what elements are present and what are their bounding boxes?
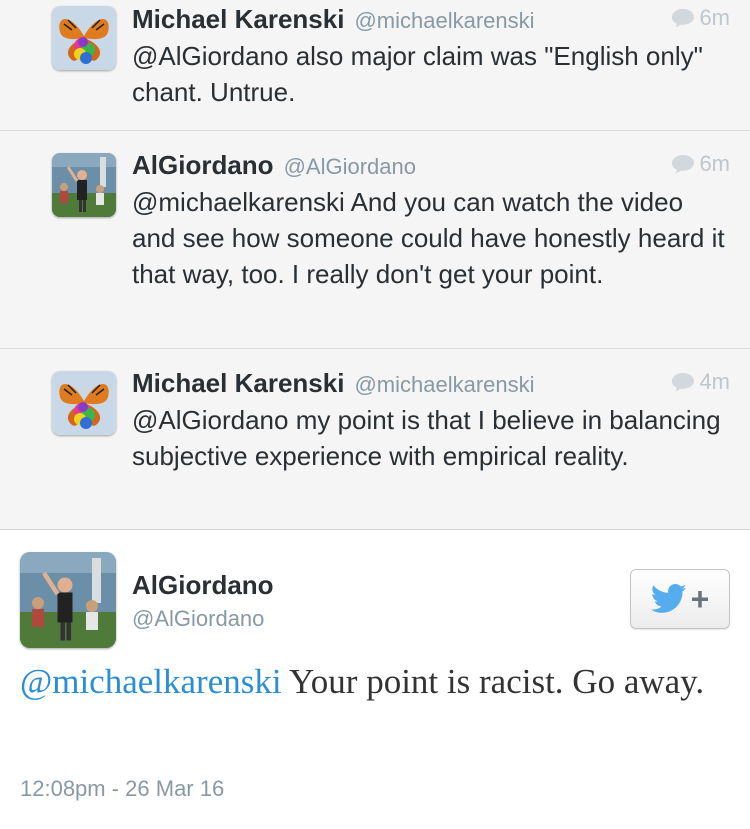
follow-button[interactable]: + bbox=[630, 569, 730, 629]
time-label: 4m bbox=[699, 369, 730, 394]
speech-bubble-icon bbox=[672, 9, 695, 28]
time-label: 6m bbox=[699, 5, 730, 30]
tweet-header: Michael Karenski @michaelkarenski 4m bbox=[132, 368, 730, 399]
crowd-photo-avatar-image bbox=[52, 153, 116, 217]
reply-tweet[interactable]: Michael Karenski @michaelkarenski 6m @Al… bbox=[0, 0, 750, 131]
tweet-text: @michaelkarenski And you can watch the v… bbox=[132, 187, 725, 289]
author-name[interactable]: Michael Karenski bbox=[132, 368, 344, 399]
speech-bubble-icon bbox=[672, 373, 695, 392]
reply-tweet[interactable]: AlGiordano @AlGiordano 6m @michaelkarens… bbox=[0, 131, 750, 349]
mention-link[interactable]: @michaelkarenski bbox=[20, 662, 282, 701]
tweet-text: @AlGiordano also major claim was "Englis… bbox=[132, 41, 703, 107]
butterfly-avatar-image bbox=[52, 6, 116, 70]
author-name[interactable]: AlGiordano bbox=[132, 570, 274, 601]
author-handle[interactable]: @michaelkarenski bbox=[354, 8, 534, 34]
main-tweet: AlGiordano @AlGiordano + @michaelkarensk… bbox=[0, 530, 750, 828]
tweet-timestamp[interactable]: 12:08pm - 26 Mar 16 bbox=[20, 776, 224, 802]
author-name[interactable]: Michael Karenski bbox=[132, 4, 344, 35]
reply-tweet[interactable]: Michael Karenski @michaelkarenski 4m @Al… bbox=[0, 349, 750, 530]
tweet-body: Your point is racist. Go away. bbox=[281, 662, 705, 701]
tweet-header: Michael Karenski @michaelkarenski 6m bbox=[132, 4, 730, 35]
tweet-header: AlGiordano @AlGiordano 6m bbox=[132, 150, 730, 181]
butterfly-avatar-image bbox=[52, 371, 116, 435]
avatar-algiordano-large[interactable] bbox=[20, 552, 116, 648]
time-label: 6m bbox=[699, 151, 730, 176]
avatar-butterfly[interactable] bbox=[52, 371, 116, 435]
speech-bubble-icon bbox=[672, 155, 695, 174]
author-handle[interactable]: @AlGiordano bbox=[132, 606, 264, 632]
avatar-algiordano[interactable] bbox=[52, 153, 116, 217]
crowd-photo-avatar-image bbox=[20, 552, 116, 648]
main-tweet-text: @michaelkarenski Your point is racist. G… bbox=[20, 658, 730, 706]
conversation-thread: Michael Karenski @michaelkarenski 6m @Al… bbox=[0, 0, 750, 530]
tweet-time: 4m bbox=[671, 369, 730, 395]
author-handle[interactable]: @AlGiordano bbox=[284, 154, 416, 180]
tweet-text: @AlGiordano my point is that I believe i… bbox=[132, 405, 721, 471]
tweet-time: 6m bbox=[671, 151, 730, 177]
follow-plus-label: + bbox=[690, 581, 710, 617]
twitter-bird-icon bbox=[650, 584, 687, 613]
author-name[interactable]: AlGiordano bbox=[132, 150, 274, 181]
avatar-butterfly[interactable] bbox=[52, 6, 116, 70]
tweet-time: 6m bbox=[671, 5, 730, 31]
author-handle[interactable]: @michaelkarenski bbox=[354, 372, 534, 398]
